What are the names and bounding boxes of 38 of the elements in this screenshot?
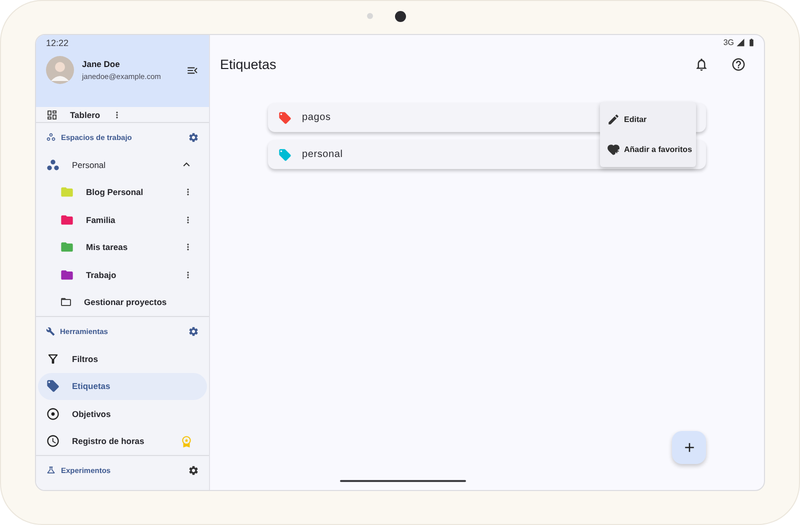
project-item[interactable]: Mis tareas [86, 242, 171, 252]
settings-icon[interactable] [188, 464, 199, 476]
project-item[interactable]: Trabajo [86, 270, 171, 280]
battery-icon [747, 38, 756, 46]
project-item[interactable]: Gestionar proyectos [84, 297, 193, 308]
folder-icon [60, 296, 72, 308]
nav-item[interactable]: Etiquetas [38, 372, 207, 400]
settings-icon[interactable] [188, 326, 199, 336]
signal-icon [736, 38, 745, 46]
nav-item[interactable]: Tablero [70, 110, 100, 120]
project-item[interactable]: Blog Personal [86, 187, 171, 198]
page-title: Etiquetas [220, 56, 278, 72]
nav-item[interactable]: Registro de horas [38, 428, 207, 455]
workspace-item[interactable]: Personal [72, 160, 168, 170]
avatar [46, 56, 74, 84]
help-icon [731, 56, 746, 72]
settings-icon[interactable] [188, 132, 199, 142]
nav-item[interactable]: Filtros [38, 345, 207, 372]
status-time: 12:22 [46, 38, 70, 48]
dashboard-icon [46, 108, 58, 120]
bell-icon [694, 56, 709, 72]
tag-icon [46, 379, 60, 394]
nav-item[interactable]: Objetivos [38, 400, 207, 428]
heart-plus-icon [607, 143, 620, 156]
target-icon [46, 406, 60, 421]
network-type: 3G [723, 38, 734, 46]
pencil-icon [607, 113, 620, 126]
flask-icon [46, 465, 56, 475]
wrench-icon [46, 326, 55, 336]
menu-item[interactable]: Editar [600, 106, 696, 134]
filter-icon [46, 352, 60, 366]
camera-lens [395, 10, 406, 22]
sensor-dot [367, 13, 373, 19]
user-name: Jane Doe [82, 59, 121, 69]
workspace-icon [46, 158, 60, 172]
workspaces-icon [46, 132, 56, 142]
project-item[interactable]: Familia [86, 214, 171, 225]
clock-icon [46, 434, 60, 448]
